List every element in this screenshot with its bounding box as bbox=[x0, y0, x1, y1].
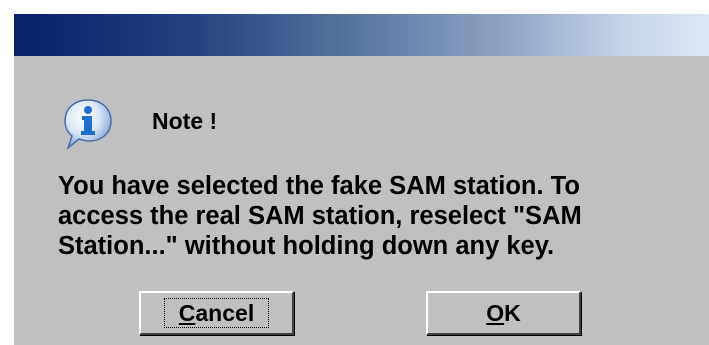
cancel-label-rest: ancel bbox=[195, 300, 255, 326]
cancel-mnemonic: C bbox=[178, 300, 196, 326]
cancel-button[interactable]: Cancel bbox=[139, 291, 294, 335]
dialog-message: You have selected the fake SAM station. … bbox=[58, 172, 582, 260]
cancel-button-label: Cancel bbox=[163, 298, 270, 328]
info-icon bbox=[63, 98, 113, 151]
dialog-heading: Note ! bbox=[152, 108, 218, 134]
ok-button[interactable]: OK bbox=[426, 291, 581, 335]
note-dialog: Note ! You have selected the fake SAM st… bbox=[12, 12, 709, 345]
ok-mnemonic: O bbox=[486, 299, 505, 326]
ok-label-rest: K bbox=[504, 299, 521, 326]
ok-button-label: OK bbox=[486, 300, 521, 327]
title-bar[interactable] bbox=[14, 14, 709, 56]
